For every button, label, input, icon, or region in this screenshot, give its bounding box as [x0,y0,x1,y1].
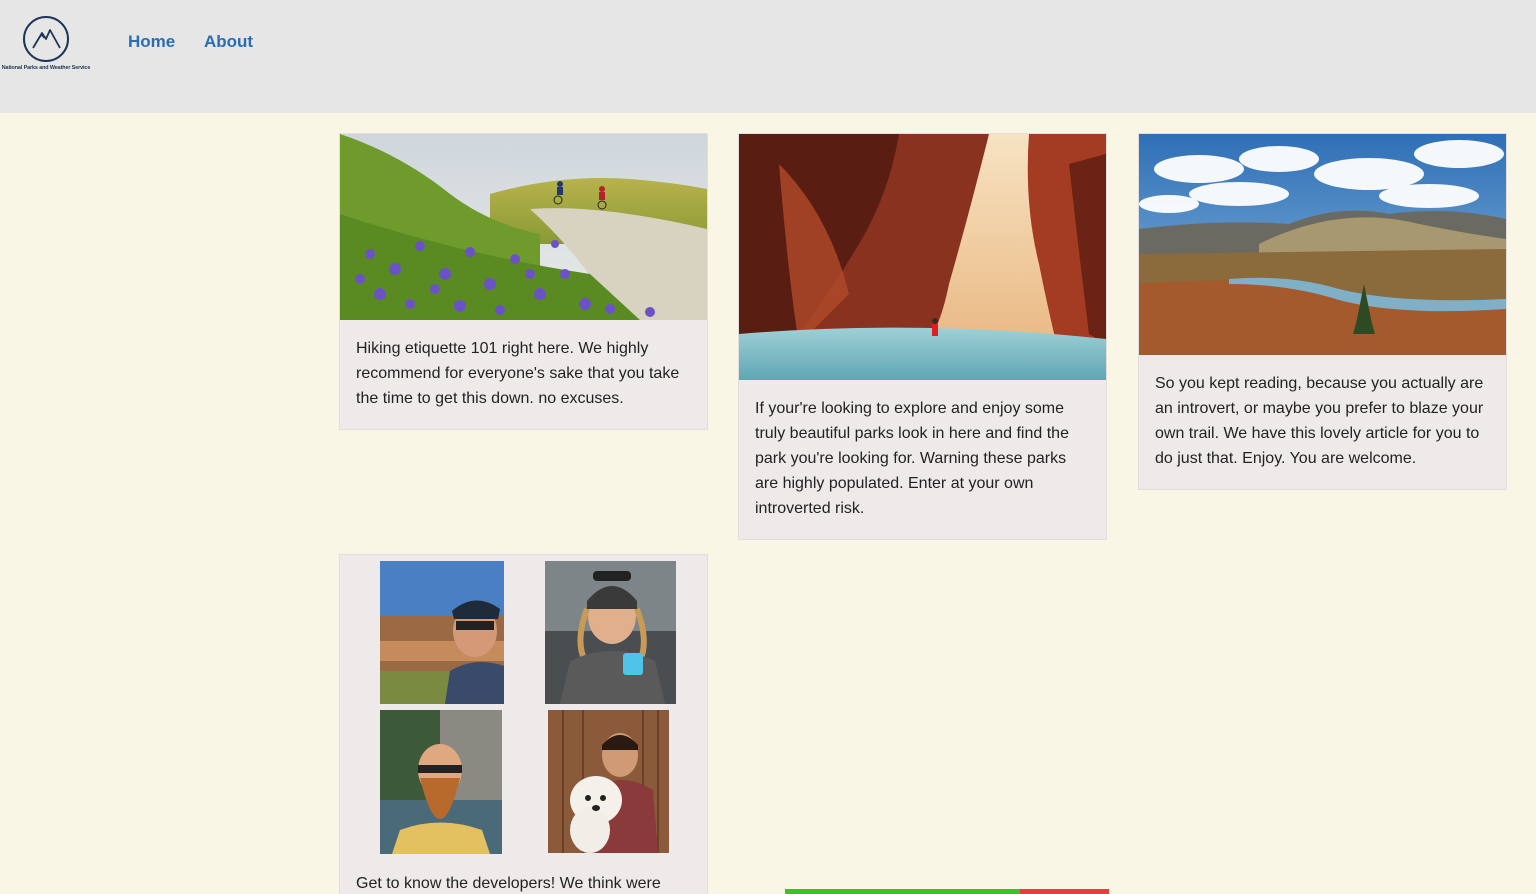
card-text: Get to know the developers! We think wer… [356,875,661,892]
developer-photo-4 [548,710,669,853]
wildflower-trail-bikers-photo [340,134,707,320]
explore-parks-card[interactable]: If your're looking to explore and enjoy … [738,133,1107,540]
card-text: Hiking etiquette 101 right here. We high… [356,340,680,407]
site-header: National Parks and Weather Service Home … [0,0,1536,113]
nav-about-link[interactable]: About [204,32,253,52]
progress-bar-red [1020,889,1109,894]
mountain-logo-icon [23,16,69,62]
developer-photo-2 [545,561,676,704]
nav-home-link[interactable]: Home [128,32,175,52]
card-text: So you kept reading, because you actuall… [1155,375,1484,467]
red-canyon-narrows-photo [739,134,1106,380]
hiking-etiquette-card[interactable]: Hiking etiquette 101 right here. We high… [339,133,708,430]
developer-photo-1 [380,561,504,704]
river-valley-landscape-photo [1139,134,1506,355]
developers-card[interactable]: Get to know the developers! We think wer… [339,554,708,894]
blaze-your-trail-card[interactable]: So you kept reading, because you actuall… [1138,133,1507,490]
logo-text: National Parks and Weather Service [1,65,91,71]
developer-photo-3 [380,710,502,854]
site-logo[interactable]: National Parks and Weather Service [0,14,92,76]
progress-bar-green [785,889,1020,894]
card-text: If your're looking to explore and enjoy … [755,400,1069,517]
